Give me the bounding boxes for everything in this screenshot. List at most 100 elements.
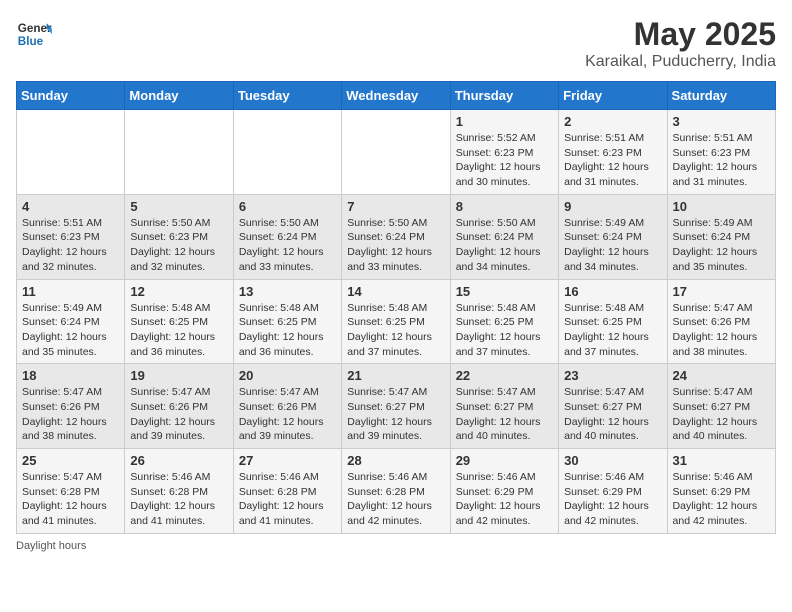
calendar-cell: 27 Sunrise: 5:46 AM Sunset: 6:28 PM Dayli… — [233, 449, 341, 534]
calendar-cell: 15 Sunrise: 5:48 AM Sunset: 6:25 PM Dayli… — [450, 279, 558, 364]
day-number: 27 — [239, 453, 336, 468]
day-info: Sunrise: 5:50 AM Sunset: 6:24 PM Dayligh… — [456, 216, 553, 275]
day-number: 24 — [673, 368, 770, 383]
calendar-cell: 28 Sunrise: 5:46 AM Sunset: 6:28 PM Dayli… — [342, 449, 450, 534]
day-number: 5 — [130, 199, 227, 214]
day-info: Sunrise: 5:46 AM Sunset: 6:29 PM Dayligh… — [673, 470, 770, 529]
calendar-cell: 21 Sunrise: 5:47 AM Sunset: 6:27 PM Dayli… — [342, 364, 450, 449]
day-number: 13 — [239, 284, 336, 299]
calendar-cell: 3 Sunrise: 5:51 AM Sunset: 6:23 PM Daylig… — [667, 110, 775, 195]
calendar-cell: 22 Sunrise: 5:47 AM Sunset: 6:27 PM Dayli… — [450, 364, 558, 449]
day-info: Sunrise: 5:47 AM Sunset: 6:27 PM Dayligh… — [456, 385, 553, 444]
day-info: Sunrise: 5:51 AM Sunset: 6:23 PM Dayligh… — [673, 131, 770, 190]
day-info: Sunrise: 5:49 AM Sunset: 6:24 PM Dayligh… — [673, 216, 770, 275]
calendar-cell: 13 Sunrise: 5:48 AM Sunset: 6:25 PM Dayli… — [233, 279, 341, 364]
calendar-cell: 4 Sunrise: 5:51 AM Sunset: 6:23 PM Daylig… — [17, 194, 125, 279]
calendar-cell: 16 Sunrise: 5:48 AM Sunset: 6:25 PM Dayli… — [559, 279, 667, 364]
calendar-cell: 17 Sunrise: 5:47 AM Sunset: 6:26 PM Dayli… — [667, 279, 775, 364]
day-info: Sunrise: 5:46 AM Sunset: 6:28 PM Dayligh… — [130, 470, 227, 529]
day-number: 18 — [22, 368, 119, 383]
calendar-cell: 24Sunrise: 5:47 AM Sunset: 6:27 PM Dayli… — [667, 364, 775, 449]
day-number: 4 — [22, 199, 119, 214]
day-info: Sunrise: 5:47 AM Sunset: 6:28 PM Dayligh… — [22, 470, 119, 529]
day-info: Sunrise: 5:47 AM Sunset: 6:27 PM Dayligh… — [347, 385, 444, 444]
day-number: 21 — [347, 368, 444, 383]
calendar-cell — [233, 110, 341, 195]
header: General Blue May 2025 Karaikal, Puducher… — [16, 16, 776, 71]
calendar-cell: 8 Sunrise: 5:50 AM Sunset: 6:24 PM Daylig… — [450, 194, 558, 279]
column-header-sunday: Sunday — [17, 82, 125, 110]
day-number: 6 — [239, 199, 336, 214]
day-info: Sunrise: 5:48 AM Sunset: 6:25 PM Dayligh… — [239, 301, 336, 360]
day-number: 30 — [564, 453, 661, 468]
day-info: Sunrise: 5:47 AM Sunset: 6:26 PM Dayligh… — [673, 301, 770, 360]
calendar-table: SundayMondayTuesdayWednesdayThursdayFrid… — [16, 81, 776, 534]
day-number: 31 — [673, 453, 770, 468]
calendar-cell: 11Sunrise: 5:49 AM Sunset: 6:24 PM Dayli… — [17, 279, 125, 364]
day-number: 26 — [130, 453, 227, 468]
title-block: May 2025 Karaikal, Puducherry, India — [585, 16, 776, 71]
day-info: Sunrise: 5:46 AM Sunset: 6:29 PM Dayligh… — [456, 470, 553, 529]
day-number: 25 — [22, 453, 119, 468]
calendar-cell: 2 Sunrise: 5:51 AM Sunset: 6:23 PM Daylig… — [559, 110, 667, 195]
day-info: Sunrise: 5:51 AM Sunset: 6:23 PM Dayligh… — [22, 216, 119, 275]
calendar-cell: 26 Sunrise: 5:46 AM Sunset: 6:28 PM Dayli… — [125, 449, 233, 534]
day-info: Sunrise: 5:48 AM Sunset: 6:25 PM Dayligh… — [564, 301, 661, 360]
day-info: Sunrise: 5:48 AM Sunset: 6:25 PM Dayligh… — [347, 301, 444, 360]
day-number: 28 — [347, 453, 444, 468]
column-header-saturday: Saturday — [667, 82, 775, 110]
calendar-cell — [125, 110, 233, 195]
day-number: 15 — [456, 284, 553, 299]
column-header-tuesday: Tuesday — [233, 82, 341, 110]
day-info: Sunrise: 5:49 AM Sunset: 6:24 PM Dayligh… — [22, 301, 119, 360]
day-number: 1 — [456, 114, 553, 129]
svg-text:Blue: Blue — [18, 35, 44, 48]
day-info: Sunrise: 5:46 AM Sunset: 6:28 PM Dayligh… — [239, 470, 336, 529]
day-number: 14 — [347, 284, 444, 299]
calendar-cell: 23Sunrise: 5:47 AM Sunset: 6:27 PM Dayli… — [559, 364, 667, 449]
calendar-week-row: 1Sunrise: 5:52 AM Sunset: 6:23 PM Daylig… — [17, 110, 776, 195]
footer-note: Daylight hours — [16, 540, 776, 552]
day-number: 2 — [564, 114, 661, 129]
calendar-week-row: 11Sunrise: 5:49 AM Sunset: 6:24 PM Dayli… — [17, 279, 776, 364]
footer-text: Daylight hours — [16, 540, 86, 552]
day-number: 22 — [456, 368, 553, 383]
calendar-cell: 5Sunrise: 5:50 AM Sunset: 6:23 PM Daylig… — [125, 194, 233, 279]
day-info: Sunrise: 5:47 AM Sunset: 6:26 PM Dayligh… — [130, 385, 227, 444]
day-info: Sunrise: 5:46 AM Sunset: 6:28 PM Dayligh… — [347, 470, 444, 529]
day-info: Sunrise: 5:51 AM Sunset: 6:23 PM Dayligh… — [564, 131, 661, 190]
calendar-cell — [342, 110, 450, 195]
day-number: 29 — [456, 453, 553, 468]
calendar-week-row: 18 Sunrise: 5:47 AM Sunset: 6:26 PM Dayli… — [17, 364, 776, 449]
column-header-wednesday: Wednesday — [342, 82, 450, 110]
day-info: Sunrise: 5:48 AM Sunset: 6:25 PM Dayligh… — [456, 301, 553, 360]
title-month: May 2025 — [585, 16, 776, 53]
column-header-friday: Friday — [559, 82, 667, 110]
day-info: Sunrise: 5:46 AM Sunset: 6:29 PM Dayligh… — [564, 470, 661, 529]
calendar-cell: 1Sunrise: 5:52 AM Sunset: 6:23 PM Daylig… — [450, 110, 558, 195]
day-number: 19 — [130, 368, 227, 383]
day-number: 3 — [673, 114, 770, 129]
logo: General Blue — [16, 16, 52, 52]
day-number: 16 — [564, 284, 661, 299]
column-header-monday: Monday — [125, 82, 233, 110]
calendar-header-row: SundayMondayTuesdayWednesdayThursdayFrid… — [17, 82, 776, 110]
day-number: 8 — [456, 199, 553, 214]
column-header-thursday: Thursday — [450, 82, 558, 110]
day-number: 9 — [564, 199, 661, 214]
calendar-cell: 6Sunrise: 5:50 AM Sunset: 6:24 PM Daylig… — [233, 194, 341, 279]
logo-icon: General Blue — [16, 16, 52, 52]
calendar-cell: 7Sunrise: 5:50 AM Sunset: 6:24 PM Daylig… — [342, 194, 450, 279]
day-info: Sunrise: 5:47 AM Sunset: 6:26 PM Dayligh… — [239, 385, 336, 444]
day-number: 20 — [239, 368, 336, 383]
calendar-cell: 19 Sunrise: 5:47 AM Sunset: 6:26 PM Dayli… — [125, 364, 233, 449]
calendar-cell: 14 Sunrise: 5:48 AM Sunset: 6:25 PM Dayli… — [342, 279, 450, 364]
day-number: 17 — [673, 284, 770, 299]
calendar-week-row: 25 Sunrise: 5:47 AM Sunset: 6:28 PM Dayli… — [17, 449, 776, 534]
day-info: Sunrise: 5:47 AM Sunset: 6:26 PM Dayligh… — [22, 385, 119, 444]
calendar-cell: 29 Sunrise: 5:46 AM Sunset: 6:29 PM Dayli… — [450, 449, 558, 534]
day-info: Sunrise: 5:47 AM Sunset: 6:27 PM Dayligh… — [564, 385, 661, 444]
calendar-cell — [17, 110, 125, 195]
calendar-cell: 20 Sunrise: 5:47 AM Sunset: 6:26 PM Dayli… — [233, 364, 341, 449]
calendar-week-row: 4 Sunrise: 5:51 AM Sunset: 6:23 PM Daylig… — [17, 194, 776, 279]
